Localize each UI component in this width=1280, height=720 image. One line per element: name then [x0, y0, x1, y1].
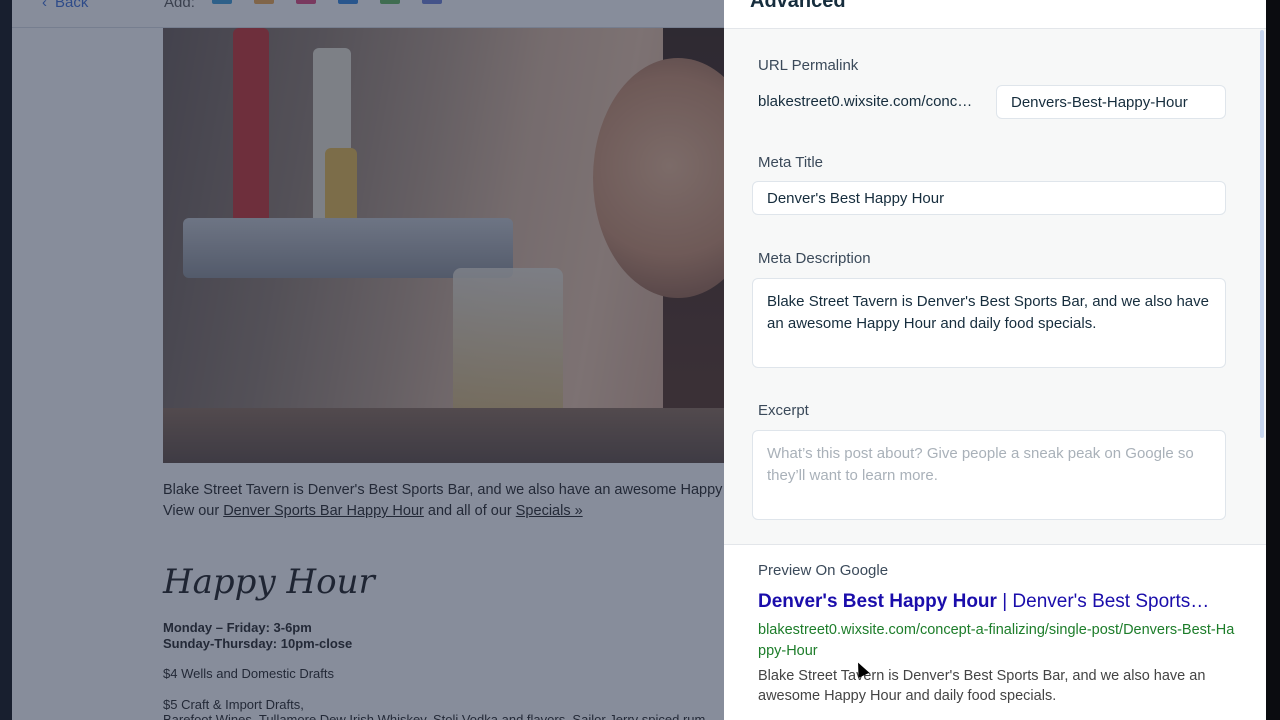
section-heading: Happy Hour	[163, 562, 375, 602]
bartender-face	[593, 58, 724, 298]
url-permalink-label: URL Permalink	[758, 57, 859, 74]
video-icon[interactable]	[296, 0, 316, 4]
beer-glass	[453, 268, 563, 418]
preview-title-main: Denver's Best Happy Hour	[758, 591, 997, 612]
specials-link[interactable]: Specials »	[516, 503, 583, 519]
beer-tap-handle	[233, 28, 269, 238]
panel-scrollbar[interactable]	[1260, 30, 1264, 438]
bar-counter	[163, 408, 724, 463]
post-body-text: Blake Street Tavern is Denver's Best Spo…	[163, 480, 723, 522]
url-prefix: blakestreet0.wixsite.com/conc…	[758, 93, 973, 110]
preview-title: Denver's Best Happy Hour | Denver's Best…	[758, 591, 1238, 613]
happy-hour-link[interactable]: Denver Sports Bar Happy Hour	[223, 503, 424, 519]
post-editor: ‹ Back Add: Blake Street Tavern is Denver…	[12, 0, 724, 720]
image-icon[interactable]	[212, 0, 232, 4]
preview-title-site: | Denver's Best Sports…	[996, 591, 1210, 612]
html-icon[interactable]	[422, 0, 442, 4]
chevron-left-icon: ‹	[42, 0, 47, 11]
body-text-segment: View our	[163, 503, 220, 519]
url-slug-input[interactable]: Denvers-Best-Happy-Hour	[996, 85, 1226, 119]
panel-header: Advanced	[724, 0, 1266, 29]
gallery-icon[interactable]	[254, 0, 274, 4]
google-preview: Preview On Google Denver's Best Happy Ho…	[724, 544, 1266, 720]
meta-title-input[interactable]: Denver's Best Happy Hour	[752, 181, 1226, 215]
hours-block: Monday – Friday: 3-6pm Sunday-Thursday: …	[163, 620, 352, 652]
editor-toolbar: ‹ Back Add:	[12, 0, 724, 28]
deal-item: $4 Wells and Domestic Drafts	[163, 666, 334, 681]
excerpt-label: Excerpt	[758, 402, 809, 419]
hours-line: Monday – Friday: 3-6pm	[163, 620, 312, 635]
preview-url: blakestreet0.wixsite.com/concept-a-final…	[758, 622, 1235, 659]
advanced-settings-panel: URL Permalink blakestreet0.wixsite.com/c…	[724, 0, 1266, 720]
excerpt-textarea[interactable]: What’s this post about? Give people a sn…	[752, 430, 1226, 520]
add-label: Add:	[164, 0, 195, 11]
preview-label: Preview On Google	[758, 562, 889, 579]
settings-scroll-area: URL Permalink blakestreet0.wixsite.com/c…	[724, 29, 1266, 544]
preview-description: Blake Street Tavern is Denver's Best Spo…	[758, 668, 1206, 704]
body-line-2: View our Denver Sports Bar Happy Hour an…	[163, 501, 723, 522]
body-line-1: Blake Street Tavern is Denver's Best Spo…	[163, 482, 723, 498]
gif-icon[interactable]	[338, 0, 358, 4]
meta-description-textarea[interactable]: Blake Street Tavern is Denver's Best Spo…	[752, 278, 1226, 368]
left-window-edge	[0, 0, 12, 720]
post-hero-image	[163, 28, 724, 463]
hours-line: Sunday-Thursday: 10pm-close	[163, 636, 353, 651]
add-toolbar	[212, 0, 442, 4]
back-label: Back	[55, 0, 89, 11]
deal-item: $5 Craft & Import Drafts,	[163, 697, 304, 712]
back-button[interactable]: ‹ Back	[42, 0, 88, 11]
deal-item: Barefoot Wines, Tullamore Dew Irish Whis…	[163, 712, 706, 720]
meta-title-label: Meta Title	[758, 154, 824, 171]
meta-description-label: Meta Description	[758, 250, 871, 267]
right-window-edge	[1266, 0, 1280, 720]
code-icon[interactable]	[380, 0, 400, 4]
body-text-segment: and all of our	[427, 503, 512, 519]
panel-title: Advanced	[750, 0, 846, 12]
